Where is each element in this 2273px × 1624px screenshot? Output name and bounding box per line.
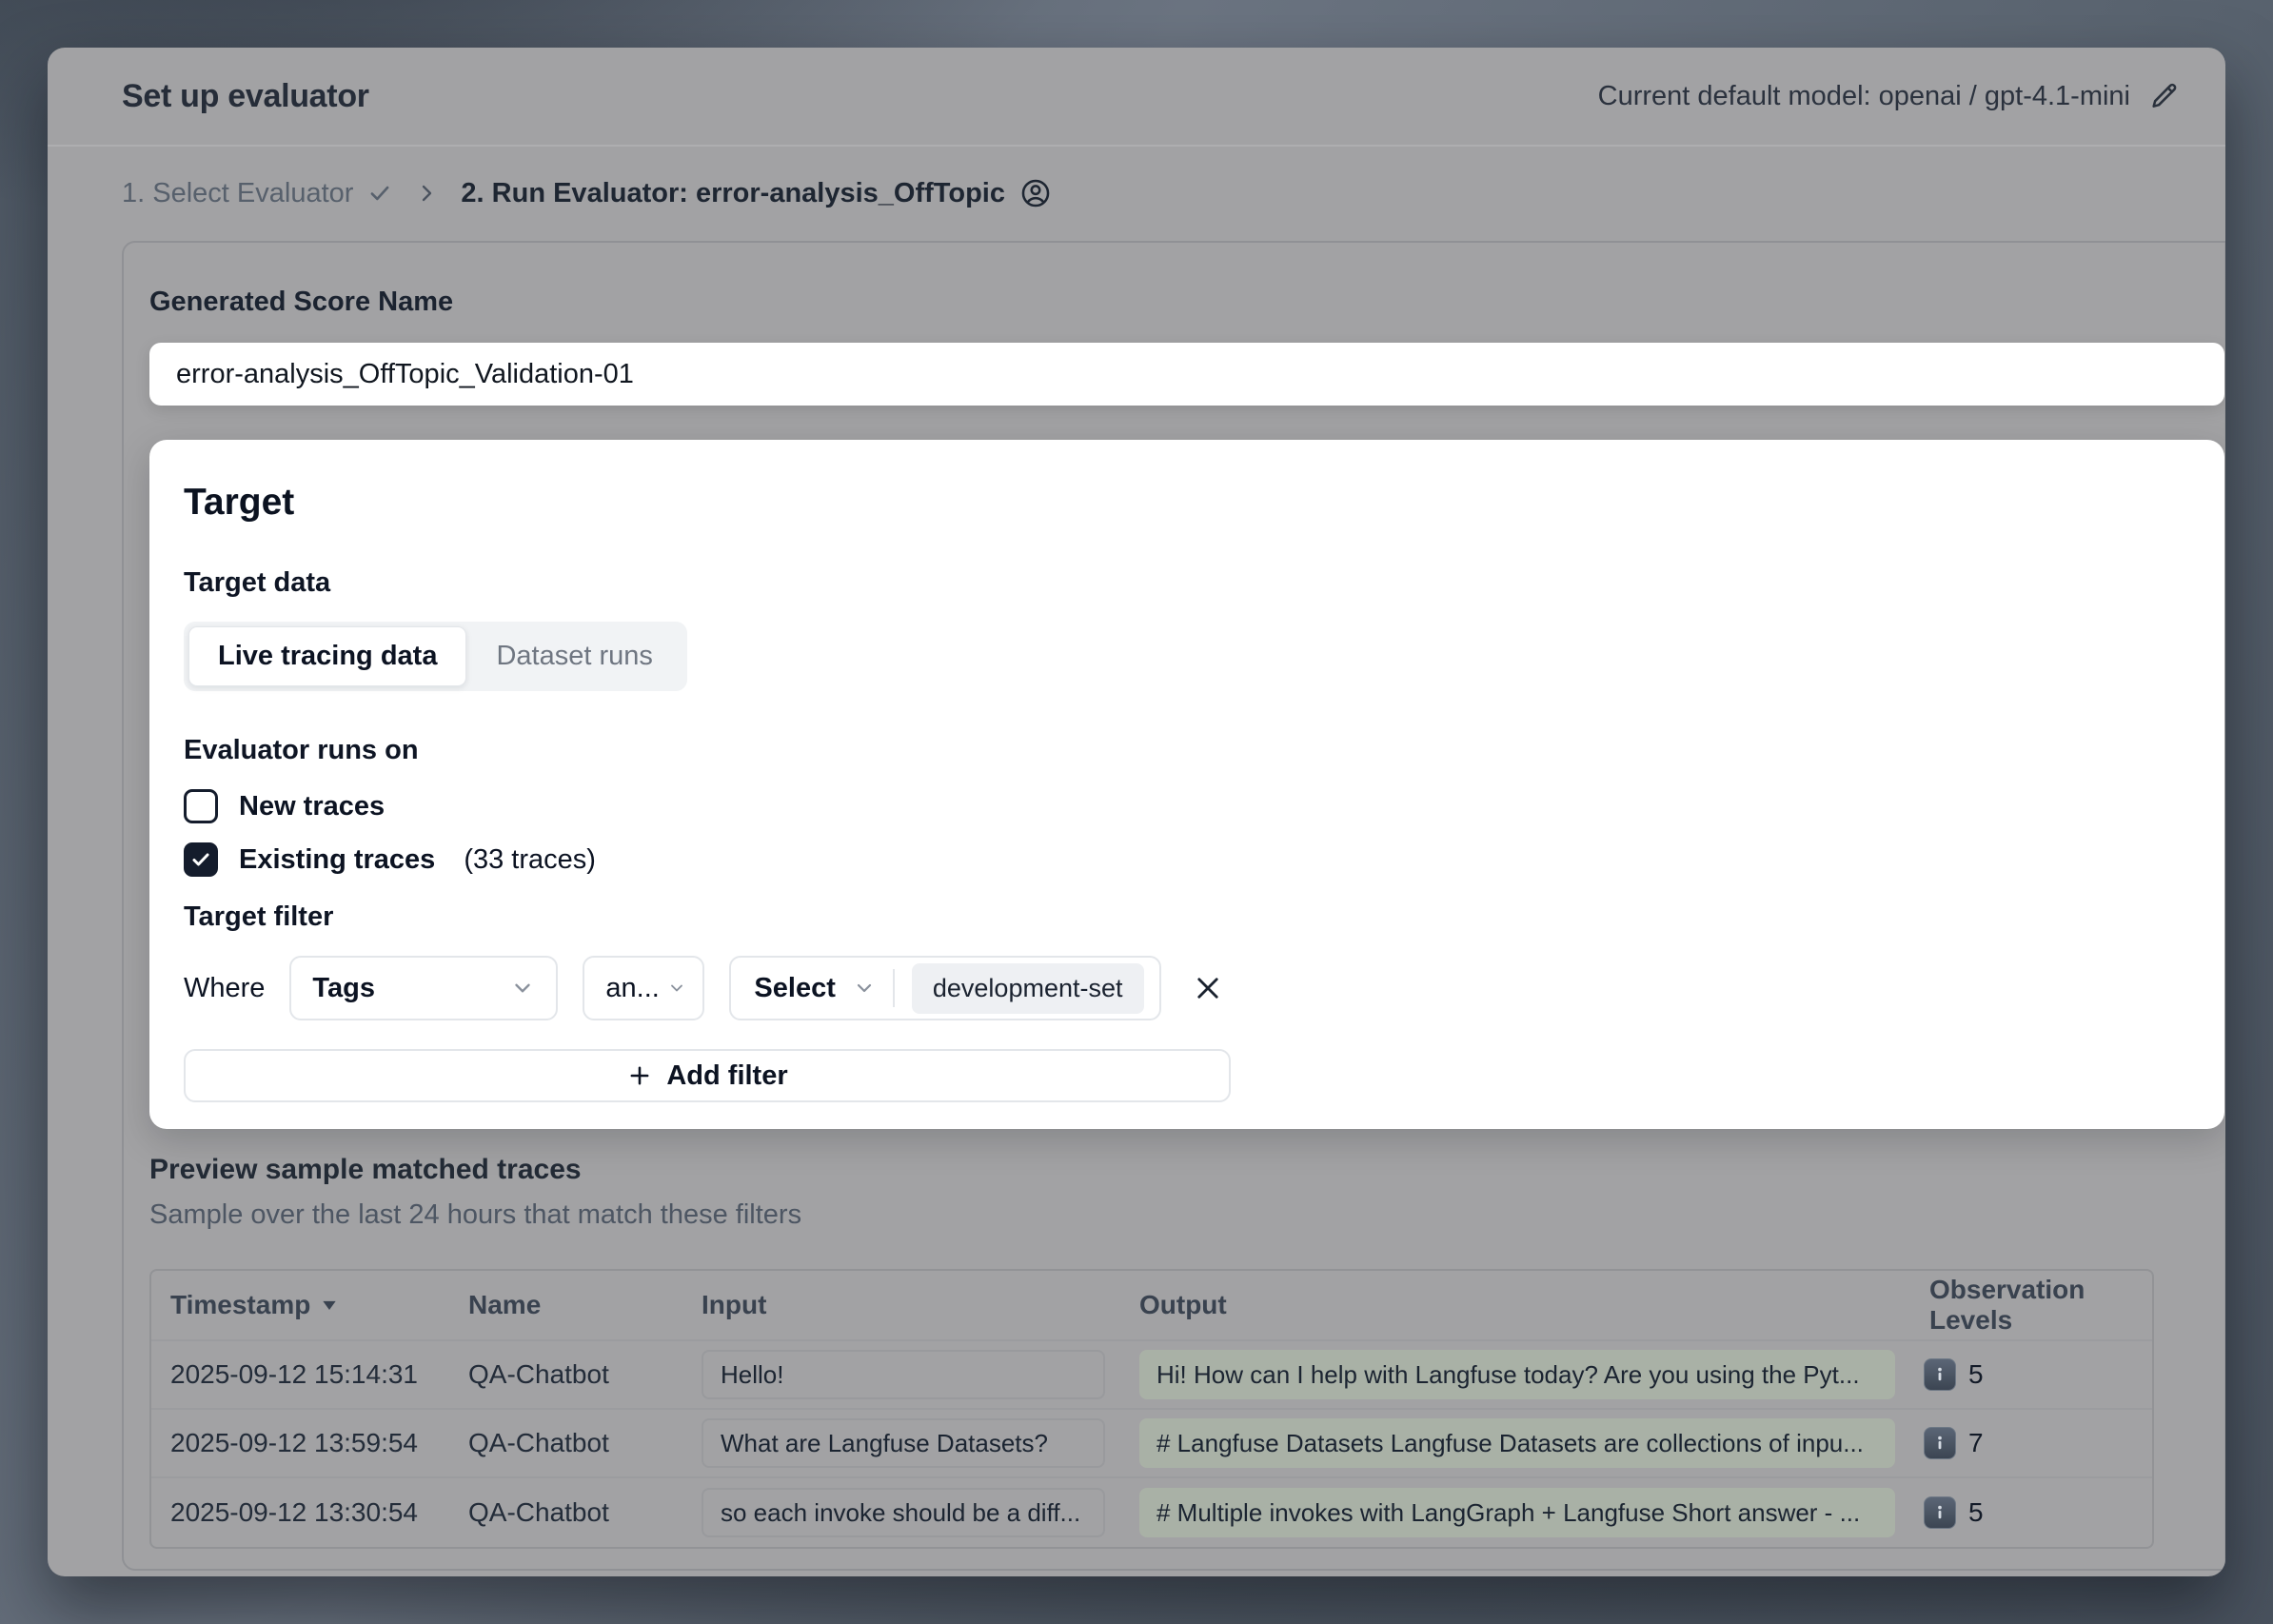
- tab-dataset-runs-label: Dataset runs: [496, 641, 652, 671]
- trace-output-value: Hi! How can I help with Langfuse today? …: [1139, 1350, 1895, 1399]
- page-background: Set up evaluator Current default model: …: [0, 0, 2273, 1624]
- default-model-label: Current default model: openai / gpt-4.1-…: [1598, 81, 2130, 112]
- new-traces-label: New traces: [239, 791, 385, 822]
- column-header-observation-levels: Observation Levels: [1910, 1275, 2152, 1336]
- column-header-output: Output: [1120, 1290, 1910, 1320]
- chevron-down-icon: [667, 979, 686, 998]
- checkbox-checked: [184, 842, 218, 877]
- observation-levels-cell: 5: [1910, 1496, 2152, 1529]
- filter-operator-select[interactable]: an...: [583, 956, 704, 1020]
- trace-timestamp: 2025-09-12 13:30:54: [151, 1497, 449, 1528]
- trace-output-value: # Multiple invokes with LangGraph + Lang…: [1139, 1488, 1895, 1537]
- evaluator-form-panel: Generated Score Name Target Target data …: [122, 241, 2225, 1571]
- checkbox-existing-traces[interactable]: Existing traces (33 traces): [184, 842, 2190, 877]
- filter-column-select[interactable]: Tags: [289, 956, 558, 1020]
- filter-operator-value: an...: [605, 973, 659, 1004]
- trace-input-value: What are Langfuse Datasets?: [702, 1418, 1105, 1468]
- breadcrumb: 1. Select Evaluator 2. Run Evaluator: er…: [48, 147, 2225, 209]
- existing-traces-count: (33 traces): [464, 844, 596, 876]
- trace-timestamp: 2025-09-12 13:59:54: [151, 1428, 449, 1458]
- breadcrumb-step2-label: 2. Run Evaluator: error-analysis_OffTopi…: [461, 178, 1005, 209]
- trace-name: QA-Chatbot: [449, 1497, 682, 1528]
- column-header-timestamp[interactable]: Timestamp: [151, 1290, 449, 1320]
- observation-levels-cell: 7: [1910, 1427, 2152, 1459]
- setup-evaluator-dialog: Set up evaluator Current default model: …: [48, 48, 2225, 1576]
- target-heading: Target: [184, 482, 2190, 524]
- trace-input-value: so each invoke should be a diff...: [702, 1488, 1105, 1537]
- breadcrumb-step-select-evaluator[interactable]: 1. Select Evaluator: [122, 178, 392, 209]
- observation-count: 5: [1968, 1359, 1984, 1390]
- column-header-input: Input: [682, 1290, 1120, 1320]
- breadcrumb-step1-label: 1. Select Evaluator: [122, 178, 353, 209]
- table-row: 2025-09-12 13:59:54 QA-Chatbot What are …: [151, 1410, 2152, 1478]
- chevron-down-icon: [510, 976, 535, 1000]
- chevron-down-icon: [853, 977, 876, 1000]
- filter-value-select[interactable]: Select development-set: [729, 956, 1160, 1020]
- timestamp-header-label: Timestamp: [170, 1290, 310, 1320]
- preview-subtitle: Sample over the last 24 hours that match…: [149, 1199, 2225, 1231]
- tab-live-tracing-data[interactable]: Live tracing data: [188, 626, 466, 686]
- trace-input-cell: What are Langfuse Datasets?: [682, 1418, 1120, 1468]
- trace-timestamp: 2025-09-12 15:14:31: [151, 1359, 449, 1390]
- observation-count: 7: [1968, 1428, 1984, 1458]
- trace-input-value: Hello!: [702, 1350, 1105, 1399]
- sort-desc-icon: [320, 1296, 339, 1315]
- trace-name: QA-Chatbot: [449, 1359, 682, 1390]
- target-data-label: Target data: [184, 567, 2190, 599]
- table-row: 2025-09-12 15:14:31 QA-Chatbot Hello! Hi…: [151, 1341, 2152, 1410]
- trace-output-cell: Hi! How can I help with Langfuse today? …: [1120, 1350, 1910, 1399]
- plus-icon: [626, 1062, 653, 1089]
- page-title: Set up evaluator: [122, 78, 369, 115]
- dialog-header: Set up evaluator Current default model: …: [48, 48, 2225, 147]
- info-badge-icon: [1924, 1427, 1956, 1459]
- info-badge-icon: [1924, 1358, 1956, 1391]
- remove-filter-button[interactable]: [1186, 966, 1230, 1010]
- preview-traces-table: Timestamp Name Input Output Observation …: [149, 1269, 2154, 1549]
- user-circle-icon: [1019, 177, 1052, 209]
- filter-column-value: Tags: [312, 973, 375, 1004]
- trace-output-value: # Langfuse Datasets Langfuse Datasets ar…: [1139, 1418, 1895, 1468]
- scrollbar-track[interactable]: [2224, 243, 2225, 1569]
- tab-live-tracing-data-label: Live tracing data: [218, 641, 437, 671]
- where-label: Where: [184, 973, 265, 1004]
- score-name-label: Generated Score Name: [149, 287, 2225, 318]
- checkbox-unchecked: [184, 789, 218, 823]
- add-filter-label: Add filter: [666, 1060, 787, 1092]
- filter-value-chip: development-set: [912, 963, 1144, 1014]
- tab-dataset-runs[interactable]: Dataset runs: [466, 626, 682, 686]
- trace-name: QA-Chatbot: [449, 1428, 682, 1458]
- divider: [893, 969, 895, 1007]
- checkbox-new-traces[interactable]: New traces: [184, 789, 2190, 823]
- add-filter-button[interactable]: Add filter: [184, 1049, 1231, 1102]
- trace-input-cell: so each invoke should be a diff...: [682, 1488, 1120, 1537]
- observation-count: 5: [1968, 1497, 1984, 1528]
- target-card: Target Target data Live tracing data Dat…: [149, 440, 2224, 1129]
- table-header-row: Timestamp Name Input Output Observation …: [151, 1271, 2152, 1341]
- chevron-right-icon: [415, 182, 438, 205]
- target-filter-label: Target filter: [184, 901, 2190, 933]
- info-badge-icon: [1924, 1496, 1956, 1529]
- trace-input-cell: Hello!: [682, 1350, 1120, 1399]
- default-model-info: Current default model: openai / gpt-4.1-…: [1598, 81, 2180, 112]
- breadcrumb-step-run-evaluator: 2. Run Evaluator: error-analysis_OffTopi…: [461, 177, 1052, 209]
- table-row: 2025-09-12 13:30:54 QA-Chatbot so each i…: [151, 1478, 2152, 1547]
- target-data-toggle: Live tracing data Dataset runs: [184, 622, 687, 691]
- runs-on-label: Evaluator runs on: [184, 735, 2190, 766]
- existing-traces-label: Existing traces: [239, 844, 435, 876]
- filter-row: Where Tags an... Select: [184, 956, 2190, 1020]
- preview-title: Preview sample matched traces: [149, 1154, 2225, 1186]
- trace-output-cell: # Langfuse Datasets Langfuse Datasets ar…: [1120, 1418, 1910, 1468]
- filter-value-placeholder: Select: [754, 973, 835, 1004]
- score-name-input[interactable]: [149, 343, 2224, 406]
- observation-levels-cell: 5: [1910, 1358, 2152, 1391]
- check-icon: [367, 181, 392, 206]
- edit-pencil-icon[interactable]: [2149, 81, 2180, 111]
- column-header-name: Name: [449, 1290, 682, 1320]
- trace-output-cell: # Multiple invokes with LangGraph + Lang…: [1120, 1488, 1910, 1537]
